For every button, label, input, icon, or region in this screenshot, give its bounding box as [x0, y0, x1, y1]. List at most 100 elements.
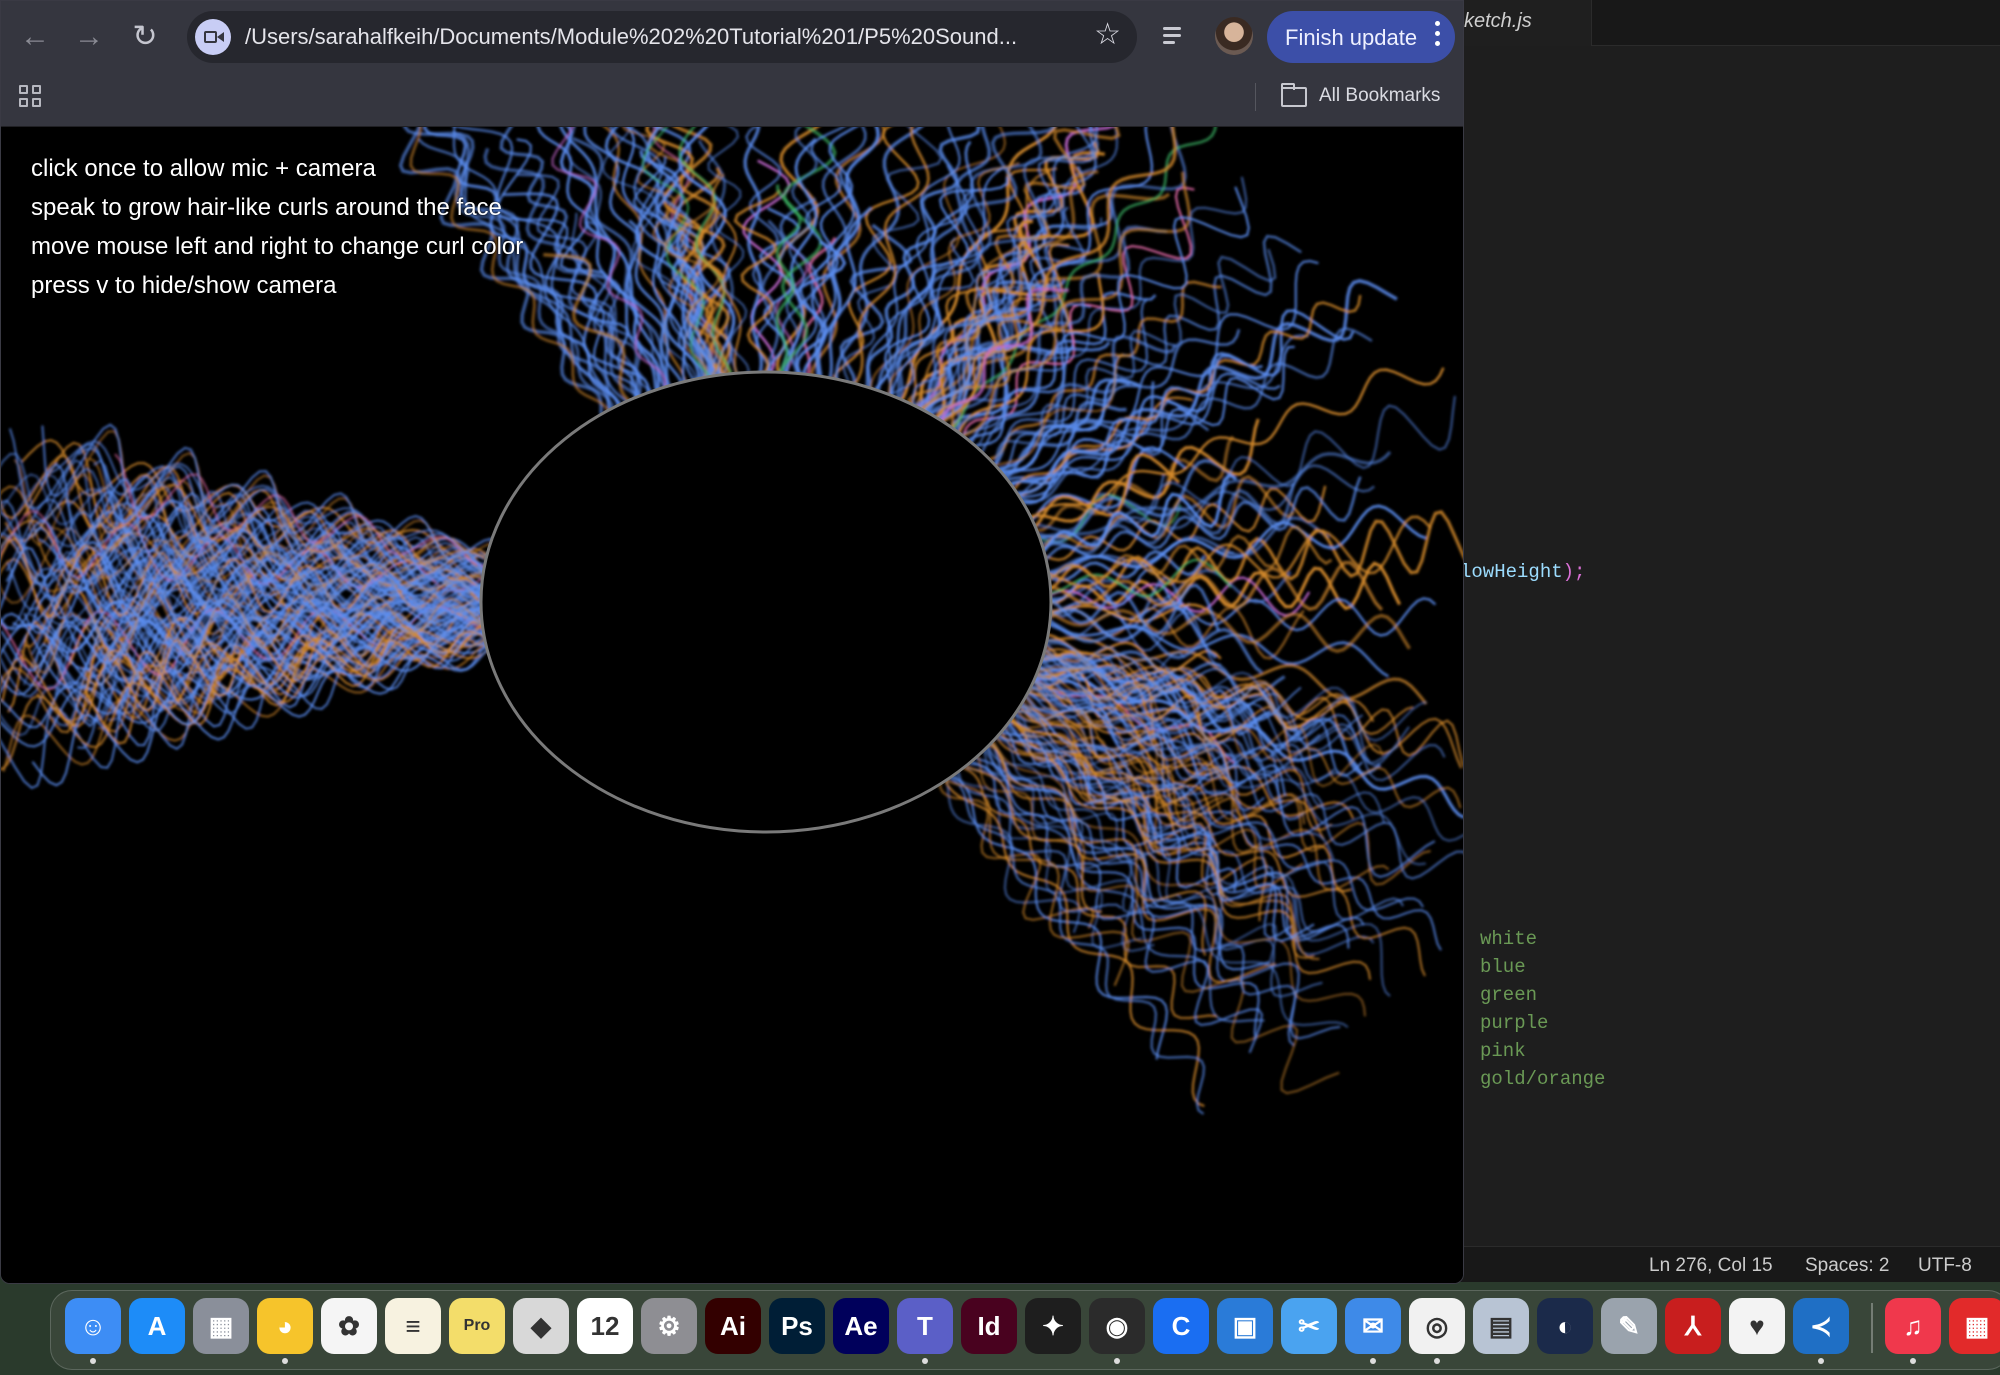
settings-icon[interactable]: ⚙ — [641, 1298, 697, 1354]
dock-glyph: A — [147, 1311, 167, 1341]
curl-strand — [1034, 450, 1392, 545]
scissors-icon[interactable]: ✂ — [1281, 1298, 1337, 1354]
acrobat-icon[interactable]: ⅄ — [1665, 1298, 1721, 1354]
indentation-setting[interactable]: Spaces: 2 — [1805, 1255, 1890, 1277]
bookmarks-divider — [1255, 83, 1256, 111]
forward-arrow-icon[interactable]: → — [71, 19, 107, 55]
code-identifier: lowHeight — [1460, 561, 1563, 583]
folder-icon — [1281, 83, 1307, 107]
dock-glyph: ◉ — [1105, 1311, 1129, 1341]
running-indicator — [922, 1358, 928, 1364]
photos-icon[interactable]: ✿ — [321, 1298, 377, 1354]
apps-grid-icon[interactable] — [19, 85, 43, 109]
dock-glyph: ✿ — [338, 1311, 360, 1341]
frame-icon[interactable]: ▣ — [1217, 1298, 1273, 1354]
dock-glyph: ▦ — [1964, 1311, 1990, 1341]
finder-icon[interactable]: ☺ — [65, 1298, 121, 1364]
dock-glyph: 12 — [590, 1311, 620, 1341]
figma-icon[interactable]: ✦ — [1025, 1298, 1081, 1354]
dock-glyph: Id — [977, 1311, 1001, 1341]
calendar-icon[interactable]: 12 — [577, 1298, 633, 1354]
finish-update-button[interactable]: Finish update — [1267, 11, 1455, 63]
dock-glyph: ◕ — [277, 1311, 293, 1341]
indesign-icon[interactable]: Id — [961, 1298, 1017, 1354]
browser-window: ← → ↻ /Users/sarahalfkeih/Documents/Modu… — [0, 0, 1464, 1284]
stickies-icon[interactable]: Pro — [449, 1298, 505, 1354]
dock-glyph: ⅄ — [1685, 1311, 1701, 1341]
code-suffix: ); — [1562, 561, 1586, 583]
dock-glyph: Pro — [463, 1317, 491, 1334]
running-indicator — [90, 1358, 96, 1364]
address-bar[interactable]: /Users/sarahalfkeih/Documents/Module%202… — [187, 11, 1137, 63]
dock: ☺ A ▦ ◕ ✿ ≡ Pro ◆ 12 ⚙ Ai Ps Ae T Id ✦ ◉ C ▣ ✂ ✉ ◎ ▤ ◐ ✎ ⅄ ♥ ≺ ♫ ▦ — [50, 1290, 2000, 1370]
mail-icon[interactable]: ✉ — [1345, 1298, 1401, 1364]
color-comment-list: white blue green purple pink gold/orange — [1480, 925, 1605, 1093]
dock-glyph: ▣ — [1232, 1311, 1258, 1341]
running-indicator — [1114, 1358, 1120, 1364]
running-indicator — [1370, 1358, 1376, 1364]
editor-tab-label: ketch.js — [1464, 10, 1532, 32]
photoshop-icon[interactable]: Ps — [769, 1298, 825, 1354]
canva-icon[interactable]: C — [1153, 1298, 1209, 1354]
bookmark-icon[interactable]: ♥ — [1729, 1298, 1785, 1354]
dock-glyph: T — [917, 1311, 933, 1341]
music-icon[interactable]: ♫ — [1885, 1298, 1941, 1364]
bookmarks-bar: All Bookmarks — [1, 73, 1463, 127]
vscode-icon[interactable]: ≺ — [1793, 1298, 1849, 1364]
finish-update-label: Finish update — [1285, 25, 1418, 50]
instruction-line: move mouse left and right to change curl… — [31, 233, 524, 260]
illustrator-icon[interactable]: Ai — [705, 1298, 761, 1354]
more-menu-icon[interactable] — [1435, 21, 1441, 51]
all-bookmarks-label: All Bookmarks — [1319, 85, 1441, 106]
dock-glyph: Ae — [844, 1311, 878, 1341]
code-editor-window: ketch.js lowHeight); white blue green purpl… — [1400, 0, 2000, 1282]
star-icon[interactable]: ☆ — [1094, 17, 1121, 52]
color-comment: pink — [1480, 1040, 1526, 1062]
pencil-icon[interactable]: ✎ — [1601, 1298, 1657, 1354]
cursor-position[interactable]: Ln 276, Col 15 — [1649, 1255, 1773, 1277]
code-line[interactable]: lowHeight); — [1460, 561, 1585, 583]
color-comment: white — [1480, 928, 1538, 950]
dock-glyph: ♫ — [1903, 1311, 1923, 1341]
dock-glyph: C — [1171, 1311, 1191, 1341]
back-arrow-icon[interactable]: ← — [17, 19, 53, 55]
after-effects-icon[interactable]: Ae — [833, 1298, 889, 1354]
chrome-icon[interactable]: ◎ — [1409, 1298, 1465, 1364]
url-text[interactable]: /Users/sarahalfkeih/Documents/Module%202… — [245, 24, 1065, 50]
encoding-setting[interactable]: UTF-8 — [1918, 1255, 1972, 1277]
roblox-icon[interactable]: ◆ — [513, 1298, 569, 1354]
curl-strand — [993, 730, 1372, 980]
dock-glyph: ▦ — [208, 1311, 234, 1341]
teams-icon[interactable]: T — [897, 1298, 953, 1364]
dock-glyph: ✎ — [1618, 1311, 1640, 1341]
editor-status-bar: Ln 276, Col 15 Spaces: 2 UTF-8 — [1400, 1246, 2000, 1282]
unity-icon[interactable]: ◉ — [1089, 1298, 1145, 1364]
cinema4d-icon[interactable]: ◐ — [1537, 1298, 1593, 1354]
color-comment: blue — [1480, 956, 1526, 978]
reload-icon[interactable]: ↻ — [127, 19, 163, 55]
profile-avatar[interactable] — [1215, 17, 1253, 55]
running-indicator — [282, 1358, 288, 1364]
dock-glyph: ◎ — [1425, 1311, 1449, 1341]
camera-icon[interactable] — [195, 19, 231, 55]
sketch-canvas[interactable]: click once to allow mic + camera speak to… — [1, 127, 1463, 1283]
browser-toolbar: ← → ↻ /Users/sarahalfkeih/Documents/Modu… — [1, 1, 1463, 73]
media-controls-icon[interactable] — [1161, 19, 1195, 53]
instruction-line: press v to hide/show camera — [31, 272, 337, 299]
instruction-line: speak to grow hair-like curls around the… — [31, 194, 502, 221]
color-comment: gold/orange — [1480, 1068, 1606, 1090]
photo-booth-icon[interactable]: ▦ — [1949, 1298, 2000, 1354]
notes-icon[interactable]: ≡ — [385, 1298, 441, 1354]
launchpad-icon[interactable]: ▦ — [193, 1298, 249, 1354]
preview-icon[interactable]: ▤ — [1473, 1298, 1529, 1354]
app-store-icon[interactable]: A — [129, 1298, 185, 1354]
dock-glyph: ◐ — [1557, 1311, 1573, 1341]
running-indicator — [1434, 1358, 1440, 1364]
instruction-line: click once to allow mic + camera — [31, 155, 376, 182]
face-outline — [479, 370, 1053, 834]
duck-icon[interactable]: ◕ — [257, 1298, 313, 1364]
dock-glyph: ≡ — [405, 1311, 421, 1341]
instructions-text: click once to allow mic + camera speak to… — [31, 149, 523, 305]
dock-glyph: Ps — [781, 1311, 813, 1341]
dock-glyph: ☺ — [79, 1311, 107, 1341]
